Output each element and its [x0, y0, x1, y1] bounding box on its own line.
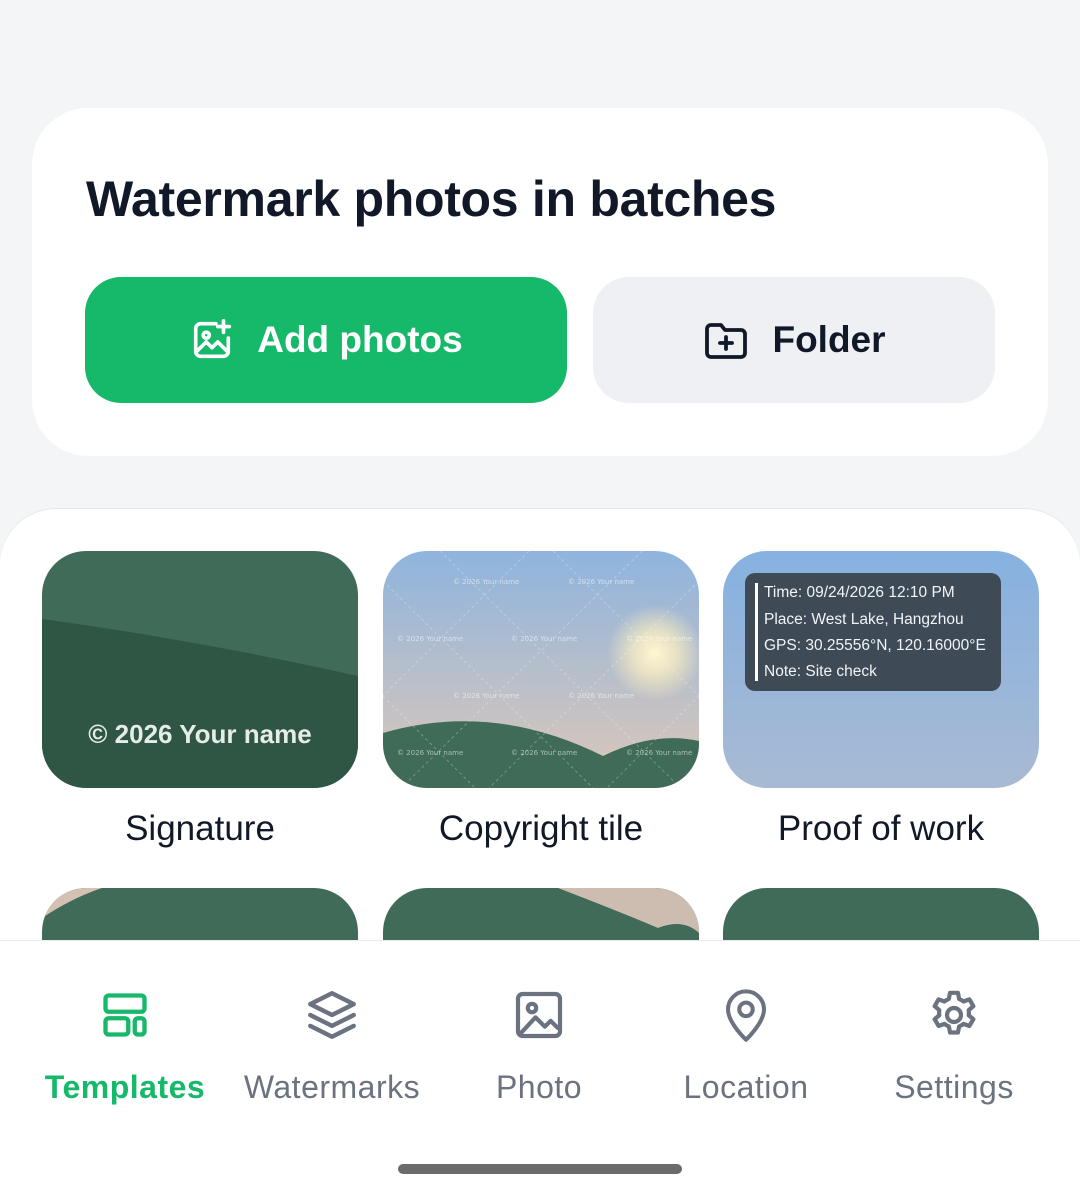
bottom-nav: Templates Watermarks Photo Location Sett… — [0, 940, 1080, 1200]
svg-text:© 2026 Your name: © 2026 Your name — [626, 635, 692, 643]
copyright-tile-preview: © 2026 Your name © 2026 Your name © 2026… — [383, 551, 699, 788]
nav-photo[interactable]: Photo — [431, 985, 647, 1106]
folder-button[interactable]: Folder — [593, 277, 995, 403]
nav-templates[interactable]: Templates — [17, 985, 233, 1106]
folder-label: Folder — [772, 319, 886, 360]
layers-icon — [303, 985, 361, 1045]
add-photos-label: Add photos — [257, 319, 463, 360]
batch-card: Watermark photos in batches Add photos F… — [32, 108, 1048, 456]
proof-place: Place: West Lake, Hangzhou — [764, 611, 964, 628]
signature-preview — [42, 551, 358, 788]
svg-text:© 2026 Your name: © 2026 Your name — [626, 749, 692, 757]
template-label-proof-of-work: Proof of work — [777, 809, 985, 848]
photo-icon — [511, 985, 567, 1045]
batch-title: Watermark photos in batches — [86, 171, 777, 227]
svg-text:© 2026 Your name: © 2026 Your name — [453, 692, 519, 700]
location-pin-icon — [719, 985, 773, 1045]
svg-text:© 2026 Your name: © 2026 Your name — [568, 692, 634, 700]
nav-watermarks[interactable]: Watermarks — [224, 985, 440, 1106]
nav-photo-label: Photo — [495, 1069, 583, 1105]
signature-preview-text: © 2026 Your name — [88, 719, 312, 749]
template-proof-of-work[interactable]: Time: 09/24/2026 12:10 PM Place: West La… — [723, 551, 1039, 788]
nav-location[interactable]: Location — [638, 985, 854, 1106]
add-photo-icon — [189, 317, 235, 363]
proof-note: Note: Site check — [764, 663, 877, 680]
proof-info-box: Time: 09/24/2026 12:10 PM Place: West La… — [745, 573, 1001, 691]
template-label-signature: Signature — [125, 809, 275, 848]
svg-text:© 2026 Your name: © 2026 Your name — [397, 749, 463, 757]
nav-settings-label: Settings — [894, 1069, 1014, 1105]
add-photos-button[interactable]: Add photos — [85, 277, 567, 403]
templates-icon — [99, 985, 151, 1045]
gear-icon — [926, 985, 982, 1045]
svg-text:© 2026 Your name: © 2026 Your name — [511, 635, 577, 643]
svg-text:© 2026 Your name: © 2026 Your name — [453, 578, 519, 586]
nav-location-label: Location — [683, 1069, 809, 1105]
svg-text:© 2026 Your name: © 2026 Your name — [397, 635, 463, 643]
nav-watermarks-label: Watermarks — [243, 1069, 421, 1105]
proof-accent-bar — [755, 583, 758, 681]
home-indicator[interactable] — [398, 1164, 682, 1174]
proof-time: Time: 09/24/2026 12:10 PM — [764, 584, 955, 601]
nav-templates-label: Templates — [44, 1069, 206, 1105]
nav-settings[interactable]: Settings — [846, 985, 1062, 1106]
svg-text:© 2026 Your name: © 2026 Your name — [511, 749, 577, 757]
svg-text:© 2026 Your name: © 2026 Your name — [568, 578, 634, 586]
template-signature[interactable]: © 2026 Your name — [42, 551, 358, 788]
proof-gps: GPS: 30.25556°N, 120.16000°E — [764, 637, 986, 654]
template-copyright-tile[interactable]: © 2026 Your name © 2026 Your name © 2026… — [383, 551, 699, 788]
template-label-copyright-tile: Copyright tile — [438, 809, 644, 848]
folder-plus-icon — [702, 318, 750, 362]
